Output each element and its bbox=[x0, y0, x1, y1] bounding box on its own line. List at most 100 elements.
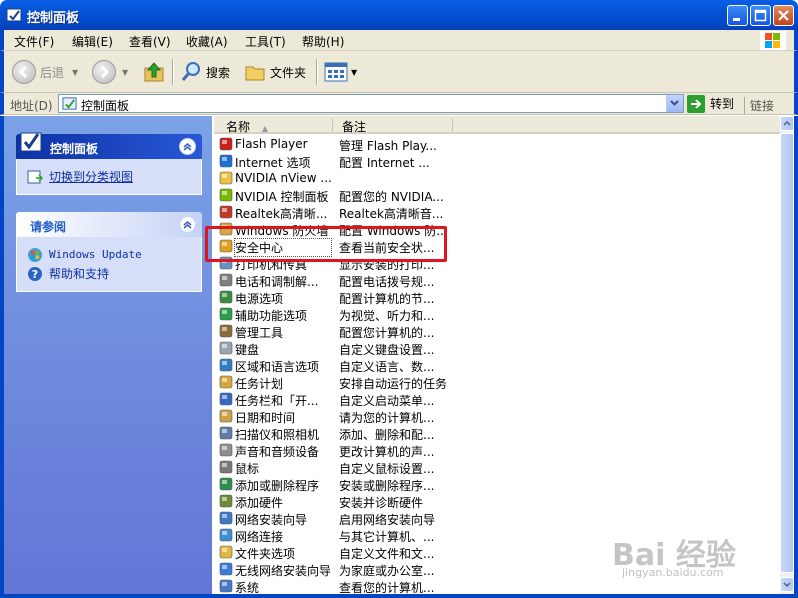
item-name: Internet 选项 bbox=[235, 156, 311, 170]
list-header: 名称 ▲ 备注 bbox=[214, 116, 780, 134]
back-dropdown-icon[interactable]: ▼ bbox=[72, 68, 78, 77]
list-item[interactable]: 任务栏和「开... 自定义启动菜单... bbox=[214, 391, 780, 408]
list-item[interactable]: 键盘 自定义键盘设置... bbox=[214, 340, 780, 357]
item-name: 电话和调制解... bbox=[235, 275, 319, 289]
go-label: 转到 bbox=[710, 97, 735, 111]
list-item[interactable]: 辅助功能选项 为视觉、听力和... bbox=[214, 306, 780, 323]
menu-view[interactable]: 查看(V) bbox=[129, 33, 171, 50]
item-name: Realtek高清晰... bbox=[235, 207, 328, 221]
item-name: 区域和语言选项 bbox=[235, 360, 320, 374]
go-button[interactable]: 转到 bbox=[687, 94, 734, 113]
views-icon bbox=[324, 62, 348, 82]
switch-link-label: 切换到分类视图 bbox=[49, 170, 134, 184]
see-also-header[interactable]: 请参阅 bbox=[16, 212, 202, 237]
menu-bar: 文件(F) 编辑(E) 查看(V) 收藏(A) 工具(T) 帮助(H) bbox=[0, 30, 798, 51]
list-item[interactable]: NVIDIA nView ... bbox=[214, 170, 780, 187]
search-label: 搜索 bbox=[206, 65, 231, 80]
forward-dropdown-icon[interactable]: ▼ bbox=[122, 68, 128, 77]
item-name: 网络连接 bbox=[235, 530, 284, 544]
see-also-box: 请参阅 Windows Update ? 帮助和支持 bbox=[16, 212, 202, 292]
views-button[interactable]: ▼ bbox=[324, 59, 357, 85]
list-item[interactable]: 电源选项 配置计算机的节... bbox=[214, 289, 780, 306]
list-item[interactable]: 电话和调制解... 配置电话拨号规... bbox=[214, 272, 780, 289]
item-name: 文件夹选项 bbox=[235, 547, 296, 561]
item-icon bbox=[219, 171, 233, 185]
list-item[interactable]: 任务计划 安排自动运行的任务 bbox=[214, 374, 780, 391]
column-name-label: 名称 bbox=[226, 120, 251, 134]
help-and-support-label: 帮助和支持 bbox=[49, 267, 110, 281]
item-comment: 请为您的计算机... bbox=[339, 411, 435, 425]
list-item[interactable]: 区域和语言选项 自定义语言、数... bbox=[214, 357, 780, 374]
list-item[interactable]: 扫描仪和照相机 添加、删除和配... bbox=[214, 425, 780, 442]
toolbar: 后退 ▼ ▼ 搜索 文件夹 ▼ bbox=[0, 51, 798, 93]
svg-text:?: ? bbox=[32, 268, 38, 281]
list-item[interactable]: 鼠标 自定义鼠标设置... bbox=[214, 459, 780, 476]
control-panel-box-header[interactable]: 控制面板 bbox=[16, 132, 202, 159]
column-divider[interactable] bbox=[332, 118, 333, 132]
item-name: NVIDIA nView ... bbox=[235, 171, 331, 185]
menu-favorites[interactable]: 收藏(A) bbox=[186, 33, 228, 50]
column-divider[interactable] bbox=[452, 118, 453, 132]
item-name: 无线网络安装向导 bbox=[235, 564, 331, 578]
switch-to-category-view-link[interactable]: 切换到分类视图 bbox=[17, 167, 201, 186]
list-item[interactable]: 添加硬件 安装并诊断硬件 bbox=[214, 493, 780, 510]
item-name: 添加硬件 bbox=[235, 496, 284, 510]
list-item[interactable]: 日期和时间 请为您的计算机... bbox=[214, 408, 780, 425]
item-comment: 查看您的计算机... bbox=[339, 581, 435, 595]
list-item[interactable]: Realtek高清晰... Realtek高清晰音... bbox=[214, 204, 780, 221]
forward-button[interactable]: ▼ bbox=[92, 59, 128, 85]
collapse-chevron-icon[interactable] bbox=[179, 138, 196, 155]
windows-update-link[interactable]: Windows Update bbox=[17, 245, 201, 264]
up-folder-button[interactable] bbox=[142, 59, 166, 85]
list-item[interactable]: 系统 查看您的计算机... bbox=[214, 578, 780, 595]
toolbar-separator bbox=[316, 59, 318, 85]
maximize-button[interactable] bbox=[750, 5, 771, 26]
list-item[interactable]: NVIDIA 控制面板 配置您的 NVIDIA... bbox=[214, 187, 780, 204]
list-item[interactable]: 添加或删除程序 安装或删除程序... bbox=[214, 476, 780, 493]
menu-help[interactable]: 帮助(H) bbox=[302, 33, 344, 50]
minimize-icon bbox=[733, 18, 740, 21]
watermark-url: jingyan.baidu.com bbox=[622, 566, 724, 579]
list-item[interactable]: Internet 选项 配置 Internet ... bbox=[214, 153, 780, 170]
control-panel-box-title: 控制面板 bbox=[50, 142, 99, 156]
folders-button[interactable]: 文件夹 bbox=[244, 59, 306, 85]
control-panel-box-body: 切换到分类视图 bbox=[16, 159, 202, 195]
list-item[interactable]: 声音和音频设备 更改计算机的声... bbox=[214, 442, 780, 459]
scroll-down-button[interactable] bbox=[780, 577, 794, 592]
control-panel-icon bbox=[6, 8, 22, 22]
scroll-up-button[interactable] bbox=[780, 116, 794, 131]
column-name-header[interactable]: 名称 ▲ bbox=[226, 118, 268, 135]
windows-logo-icon bbox=[760, 31, 786, 50]
item-name: 鼠标 bbox=[235, 462, 260, 476]
control-panel-icon bbox=[62, 97, 77, 110]
views-dropdown-icon[interactable]: ▼ bbox=[351, 68, 357, 77]
item-comment: 配置计算机的节... bbox=[339, 292, 435, 306]
close-button[interactable] bbox=[773, 5, 794, 26]
item-icon bbox=[219, 375, 233, 389]
folders-icon bbox=[245, 66, 265, 81]
item-icon bbox=[219, 307, 233, 321]
minimize-button[interactable] bbox=[727, 5, 748, 26]
item-name: 任务栏和「开... bbox=[235, 394, 319, 408]
list-item[interactable]: 网络安装向导 启用网络安装向导 bbox=[214, 510, 780, 527]
scroll-thumb[interactable] bbox=[780, 133, 794, 573]
list-item[interactable]: Flash Player 管理 Flash Play... bbox=[214, 136, 780, 153]
address-dropdown-button[interactable] bbox=[666, 95, 683, 112]
links-button[interactable]: 链接 bbox=[744, 97, 774, 114]
item-name: 辅助功能选项 bbox=[235, 309, 308, 323]
list-item[interactable]: 管理工具 配置您计算机的... bbox=[214, 323, 780, 340]
item-icon bbox=[219, 137, 233, 151]
menu-tools[interactable]: 工具(T) bbox=[245, 33, 286, 50]
item-name: 任务计划 bbox=[235, 377, 284, 391]
vertical-scrollbar[interactable] bbox=[780, 116, 794, 594]
menu-edit[interactable]: 编辑(E) bbox=[72, 33, 113, 50]
item-name: 管理工具 bbox=[235, 326, 284, 340]
collapse-chevron-icon[interactable] bbox=[179, 216, 196, 233]
search-button[interactable]: 搜索 bbox=[180, 59, 230, 85]
menu-file[interactable]: 文件(F) bbox=[14, 33, 54, 50]
back-button[interactable]: 后退 ▼ bbox=[12, 59, 78, 85]
window-frame-right bbox=[794, 116, 798, 594]
help-and-support-link[interactable]: ? 帮助和支持 bbox=[17, 264, 201, 283]
column-comment-header[interactable]: 备注 bbox=[342, 118, 366, 135]
address-input[interactable]: 控制面板 bbox=[58, 94, 684, 113]
